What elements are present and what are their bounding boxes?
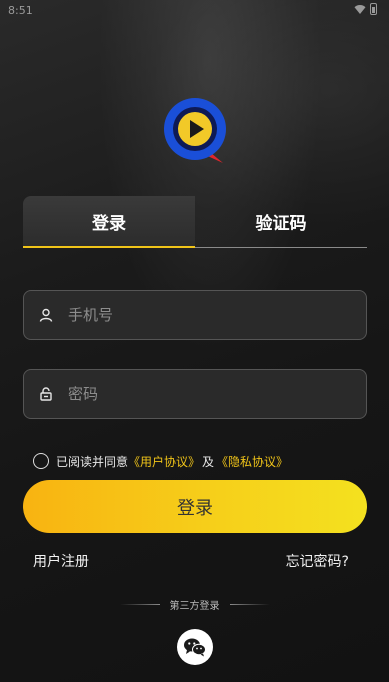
- tab-verification-code[interactable]: 验证码: [195, 196, 367, 247]
- agreement-checkbox[interactable]: [33, 453, 49, 469]
- divider-line-right: [229, 603, 270, 605]
- wechat-login-button[interactable]: [177, 629, 213, 665]
- lock-icon: [24, 387, 68, 401]
- status-icons: [354, 3, 377, 15]
- third-party-divider: 第三方登录: [0, 597, 389, 612]
- tab-password-login[interactable]: 登录: [23, 196, 195, 248]
- password-field: [23, 369, 367, 419]
- forgot-password-link[interactable]: 忘记密码?: [286, 551, 349, 571]
- agreement-row: 已阅读并同意 《用户协议》 及 《隐私协议》: [33, 452, 288, 470]
- status-time: 8:51: [8, 4, 33, 17]
- status-bar: 8:51: [0, 0, 389, 22]
- phone-input[interactable]: [68, 291, 366, 339]
- battery-icon: [370, 3, 377, 15]
- agreement-and: 及: [202, 454, 215, 469]
- user-agreement-link[interactable]: 《用户协议》: [128, 453, 200, 470]
- wechat-icon: [184, 638, 206, 657]
- privacy-policy-link[interactable]: 《隐私协议》: [216, 453, 288, 470]
- app-logo: [164, 98, 226, 163]
- wifi-icon: [354, 5, 366, 14]
- phone-field: [23, 290, 367, 340]
- password-input[interactable]: [68, 370, 366, 418]
- user-icon: [24, 308, 68, 322]
- login-button[interactable]: 登录: [23, 480, 367, 533]
- register-link[interactable]: 用户注册: [33, 551, 89, 571]
- agreement-prefix: 已阅读并同意: [56, 454, 129, 469]
- divider-line-left: [119, 603, 160, 605]
- third-party-label: 第三方登录: [169, 600, 220, 612]
- login-tabs: 登录 验证码: [23, 196, 367, 248]
